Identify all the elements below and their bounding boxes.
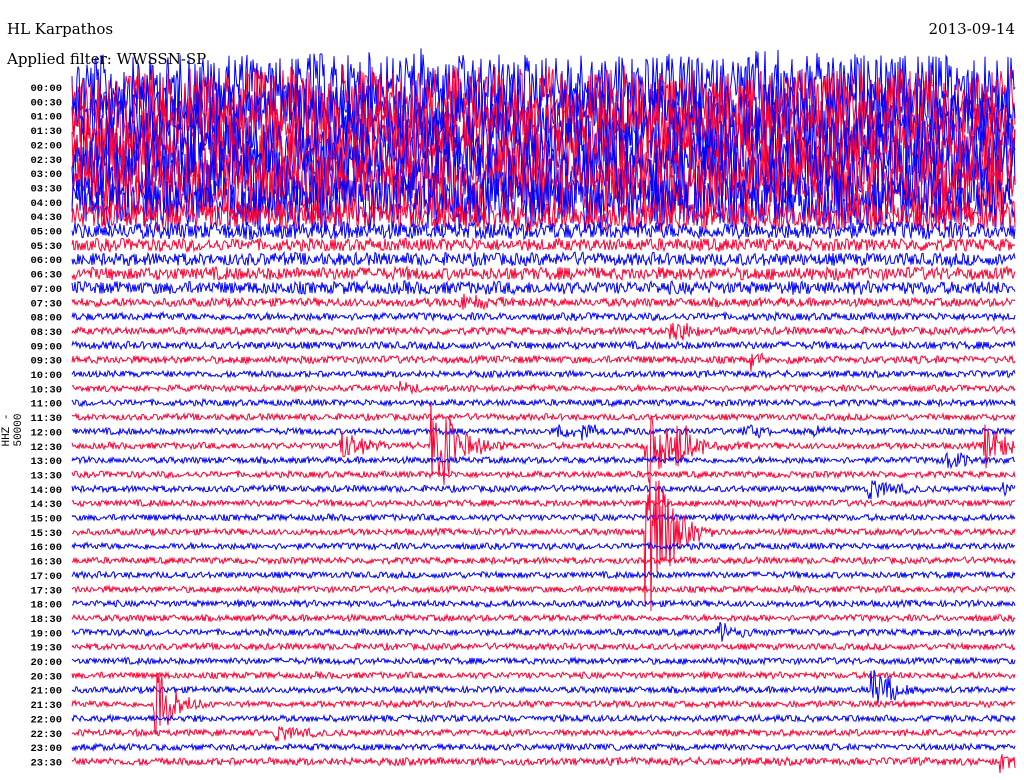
trace-time-label: 01:00	[30, 112, 62, 124]
seismic-trace-0630	[71, 265, 1016, 283]
seismic-trace-1430	[71, 498, 1016, 509]
trace-time-label: 14:00	[30, 485, 62, 497]
seismic-trace-0900	[71, 339, 1016, 351]
trace-time-label: 23:30	[30, 757, 62, 769]
trace-time-label: 19:30	[30, 643, 62, 655]
trace-time-label: 07:00	[30, 284, 62, 296]
seismic-trace-0800	[71, 310, 1016, 323]
trace-time-label: 13:30	[30, 470, 62, 482]
trace-time-label: 01:30	[30, 126, 62, 138]
seismic-trace-0700	[71, 279, 1016, 296]
trace-time-label: 11:30	[30, 413, 62, 425]
trace-time-label: 22:30	[30, 729, 62, 741]
date-label: 2013-09-14	[928, 20, 1015, 38]
trace-time-label: 02:30	[30, 155, 62, 167]
trace-time-label: 18:00	[30, 600, 62, 612]
trace-time-label: 00:30	[30, 97, 62, 109]
seismic-trace-1500	[71, 512, 1016, 523]
trace-time-label: 04:00	[30, 198, 62, 210]
trace-time-label: 21:30	[30, 700, 62, 712]
seismic-trace-1630	[71, 555, 1016, 566]
trace-time-label: 05:30	[30, 241, 62, 253]
trace-time-label: 08:00	[30, 313, 62, 325]
trace-time-label: 11:00	[30, 399, 62, 411]
seismic-trace-0530	[71, 236, 1016, 254]
trace-time-label: 22:00	[30, 714, 62, 726]
seismic-trace-1130	[71, 411, 1016, 423]
seismic-trace-2000	[71, 655, 1016, 667]
trace-time-label: 06:30	[30, 270, 62, 282]
trace-time-label: 08:30	[30, 327, 62, 339]
trace-time-label: 23:00	[30, 743, 62, 755]
seismic-trace-2330	[71, 754, 1016, 774]
seismic-trace-1600	[71, 541, 1016, 552]
helicorder-plot: 00:00 00:30 01:00 01:30 02:00 02:30 03:00 03:30…	[30, 48, 1016, 774]
trace-time-label: 05:00	[30, 227, 62, 239]
trace-time-label: 03:30	[30, 183, 62, 195]
trace-time-label: 03:00	[30, 169, 62, 181]
seismic-trace-1030	[71, 380, 1016, 396]
channel-label: HHZ - 50000	[1, 413, 25, 447]
trace-time-label: 02:00	[30, 140, 62, 152]
seismic-trace-1200	[71, 424, 1016, 441]
trace-time-label: 18:30	[30, 614, 62, 626]
trace-time-label: 07:30	[30, 298, 62, 310]
seismic-trace-1000	[71, 368, 1016, 380]
trace-time-label: 16:00	[30, 542, 62, 554]
seismic-trace-1800	[71, 598, 1016, 609]
trace-time-label: 16:30	[30, 557, 62, 569]
trace-time-label: 20:00	[30, 657, 62, 669]
trace-time-label: 15:30	[30, 528, 62, 540]
seismic-trace-2200	[71, 712, 1016, 724]
seismic-trace-0730	[71, 293, 1016, 311]
trace-time-label: 06:00	[30, 255, 62, 267]
trace-time-label: 10:00	[30, 370, 62, 382]
seismic-trace-0830	[71, 322, 1016, 341]
seismic-trace-1400	[71, 480, 1016, 500]
trace-time-label: 20:30	[30, 671, 62, 683]
seismic-trace-0930	[71, 352, 1016, 372]
trace-time-label: 09:00	[30, 341, 62, 353]
trace-time-label: 21:00	[30, 686, 62, 698]
trace-time-label: 00:00	[30, 83, 62, 95]
seismic-trace-2300	[71, 742, 1016, 753]
seismic-trace-1300	[71, 451, 1016, 470]
trace-time-label: 15:00	[30, 514, 62, 526]
station-title: HL Karpathos	[7, 20, 114, 38]
seismic-trace-0500	[71, 220, 1016, 242]
trace-time-label: 12:00	[30, 427, 62, 439]
seismic-trace-1700	[71, 569, 1016, 580]
trace-time-label: 19:00	[30, 628, 62, 640]
trace-time-label: 04:30	[30, 212, 62, 224]
trace-time-label: 17:00	[30, 571, 62, 583]
trace-time-label: 12:30	[30, 442, 62, 454]
trace-time-label: 17:30	[30, 585, 62, 597]
seismic-trace-1100	[71, 397, 1016, 408]
seismic-trace-2230	[71, 726, 1016, 742]
trace-time-label: 13:00	[30, 456, 62, 468]
trace-time-label: 14:30	[30, 499, 62, 511]
seismic-trace-1330	[71, 469, 1016, 480]
seismic-trace-1730	[71, 584, 1016, 595]
seismic-trace-1830	[71, 612, 1016, 624]
seismic-trace-0600	[71, 250, 1016, 269]
seismic-trace-1930	[71, 641, 1016, 652]
trace-time-label: 10:30	[30, 384, 62, 396]
seismic-trace-1900	[71, 621, 1016, 642]
filter-label: Applied filter: WWSSN-SP	[7, 50, 207, 68]
trace-time-label: 09:30	[30, 356, 62, 368]
